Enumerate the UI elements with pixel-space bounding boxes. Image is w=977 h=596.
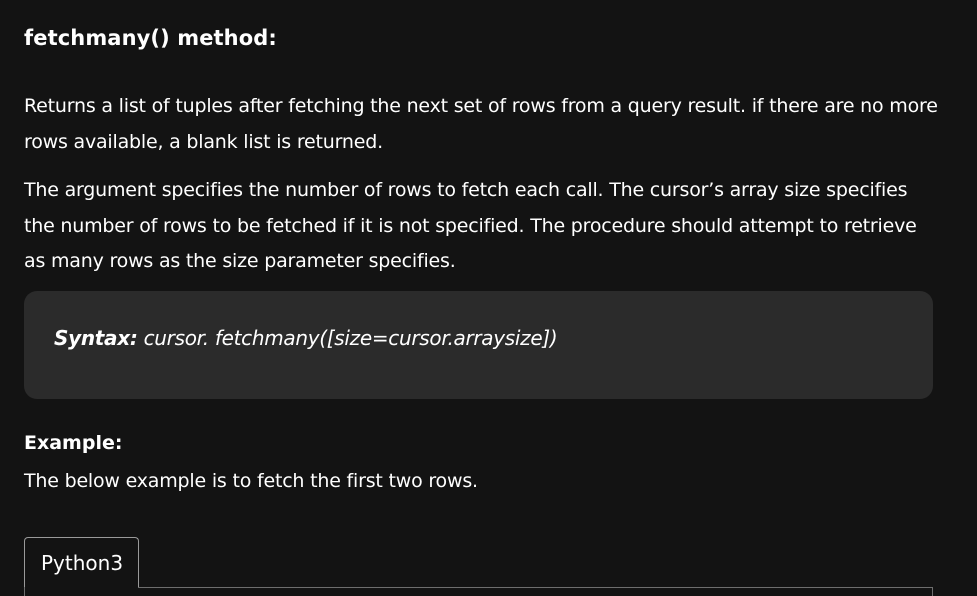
- example-description: The below example is to fetch the first …: [24, 470, 478, 492]
- description-paragraph: Returns a list of tuples after fetching …: [24, 95, 938, 153]
- code-block-container: [24, 587, 933, 596]
- tab-python3-label: Python3: [41, 551, 124, 575]
- syntax-code: cursor. fetchmany([size=cursor.arraysize…: [137, 326, 558, 350]
- example-heading: Example:: [24, 432, 123, 454]
- syntax-box: Syntax: cursor. fetchmany([size=cursor.a…: [24, 291, 933, 399]
- syntax-line: Syntax: cursor. fetchmany([size=cursor.a…: [54, 326, 558, 350]
- syntax-label: Syntax:: [54, 326, 138, 350]
- tab-divider-mask: [25, 586, 138, 589]
- argument-paragraph: The argument specifies the number of row…: [24, 179, 917, 272]
- section-heading: fetchmany() method:: [24, 26, 277, 50]
- tab-python3[interactable]: Python3: [24, 537, 139, 587]
